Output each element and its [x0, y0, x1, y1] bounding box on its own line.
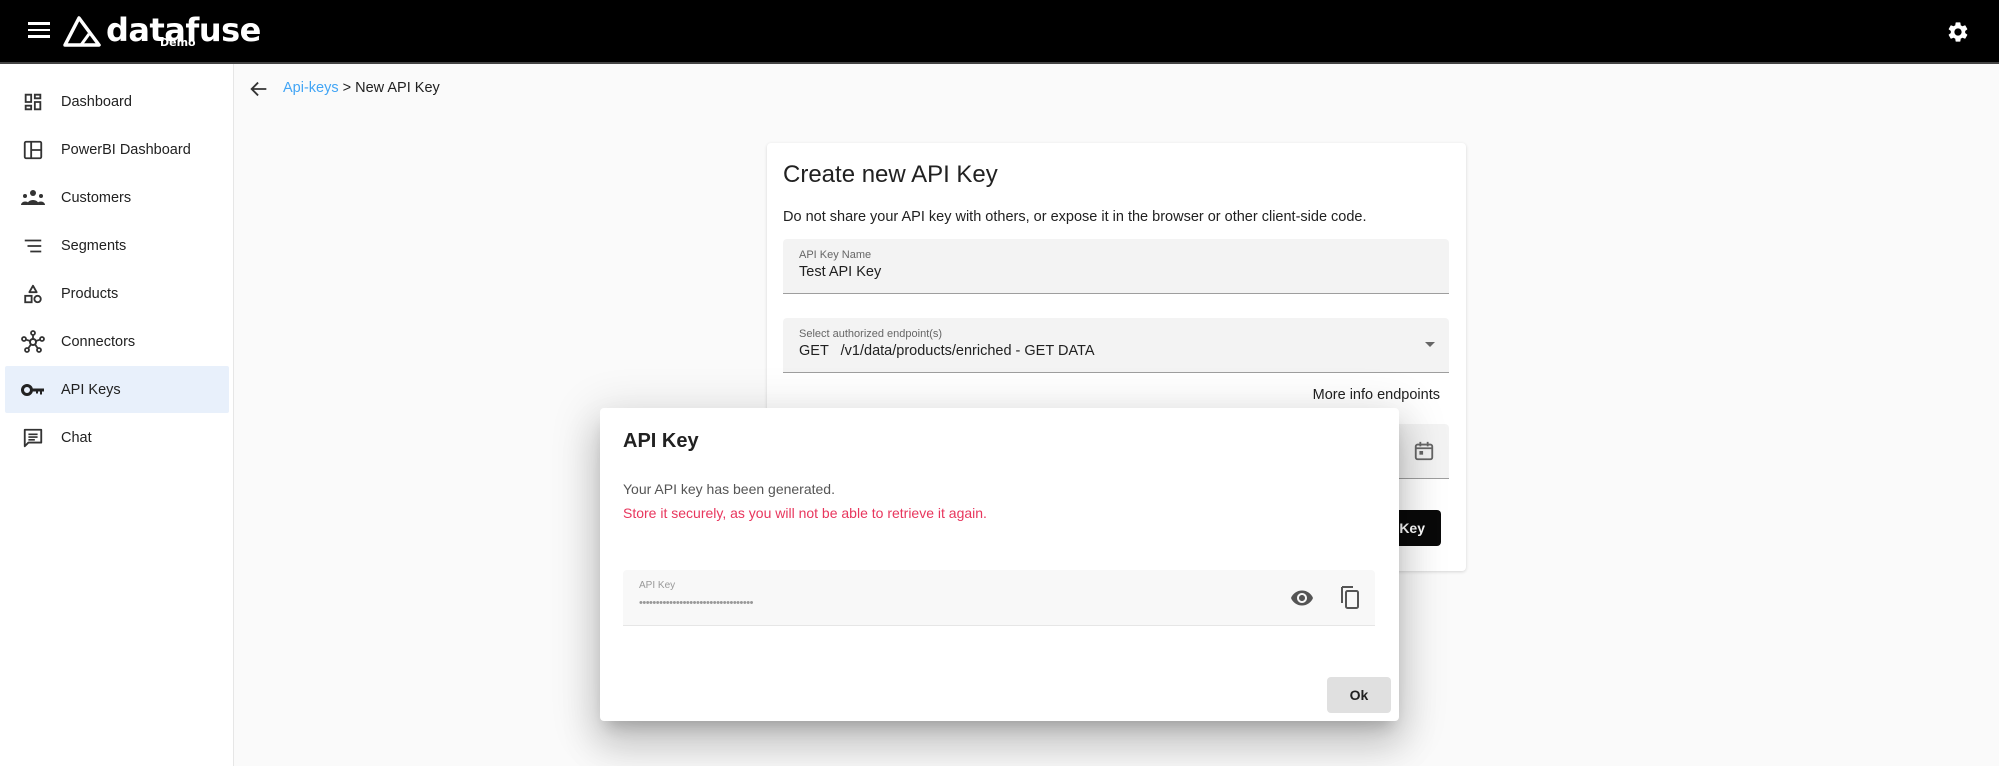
- field-label: API Key: [639, 580, 676, 591]
- ok-button[interactable]: Ok: [1327, 677, 1391, 713]
- api-key-output-field[interactable]: API Key ••••••••••••••••••••••••••••••••…: [623, 570, 1375, 626]
- copy-icon[interactable]: [1338, 584, 1362, 610]
- api-key-masked-value: ••••••••••••••••••••••••••••••••••: [639, 597, 753, 609]
- dialog-message: Your API key has been generated.: [623, 481, 835, 497]
- dialog-title: API Key: [623, 430, 699, 452]
- api-key-dialog: API Key Your API key has been generated.…: [600, 408, 1399, 721]
- eye-icon[interactable]: [1290, 586, 1314, 610]
- dialog-warning: Store it securely, as you will not be ab…: [623, 505, 987, 521]
